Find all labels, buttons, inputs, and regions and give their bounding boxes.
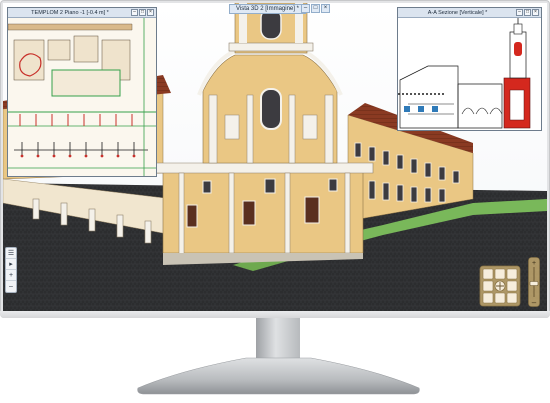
floor-plan-graphic [8, 18, 156, 176]
maximize-button[interactable]: □ [139, 9, 146, 16]
list-icon[interactable]: ☰ [6, 248, 16, 259]
section-drawing[interactable] [398, 18, 541, 130]
zoom-out-button[interactable]: – [532, 298, 537, 307]
viewport-window-controls: – □ × [301, 4, 330, 13]
arrow-right-icon[interactable]: ▸ [6, 259, 16, 270]
zoom-in-button[interactable]: + [532, 260, 536, 267]
close-button[interactable]: × [321, 4, 330, 13]
plus-icon[interactable]: + [6, 270, 16, 281]
zoom-slider-graphic: + – [528, 257, 540, 307]
left-toolbar: ☰ ▸ + – [5, 247, 17, 293]
monitor-screen: Vista 3D 2 [Immagine] * – □ × TEMPLOM 2 … [3, 3, 547, 311]
minimize-button[interactable]: – [301, 4, 310, 13]
close-button[interactable]: × [532, 9, 539, 16]
maximize-button[interactable]: □ [524, 9, 531, 16]
monitor-chin [0, 311, 550, 318]
section-window[interactable]: A-A Sezione [Verticale] * – □ × [397, 7, 542, 131]
minimize-button[interactable]: – [516, 9, 523, 16]
minus-icon[interactable]: – [6, 281, 16, 292]
floor-plan-drawing[interactable] [8, 18, 156, 176]
floor-plan-window[interactable]: TEMPLOM 2 Piano -1 [-0.4 m] * – □ × [7, 7, 157, 177]
viewport-title: Vista 3D 2 [Immagine] * [229, 4, 306, 14]
section-titlebar[interactable]: A-A Sezione [Verticale] * – □ × [398, 8, 541, 18]
section-title: A-A Sezione [Verticale] * [427, 10, 488, 16]
zoom-slider[interactable]: + – [528, 257, 540, 307]
orbit-navigation-control[interactable] [479, 265, 521, 307]
section-graphic [398, 18, 541, 130]
minimize-button[interactable]: – [131, 9, 138, 16]
floor-plan-title: TEMPLOM 2 Piano -1 [-0.4 m] * [31, 10, 109, 16]
monitor-stand-base [137, 357, 420, 395]
maximize-button[interactable]: □ [311, 4, 320, 13]
floor-plan-titlebar[interactable]: TEMPLOM 2 Piano -1 [-0.4 m] * – □ × [8, 8, 156, 18]
zoom-slider-thumb [529, 281, 539, 286]
close-button[interactable]: × [147, 9, 154, 16]
monitor-photo: Vista 3D 2 [Immagine] * – □ × TEMPLOM 2 … [0, 0, 550, 403]
